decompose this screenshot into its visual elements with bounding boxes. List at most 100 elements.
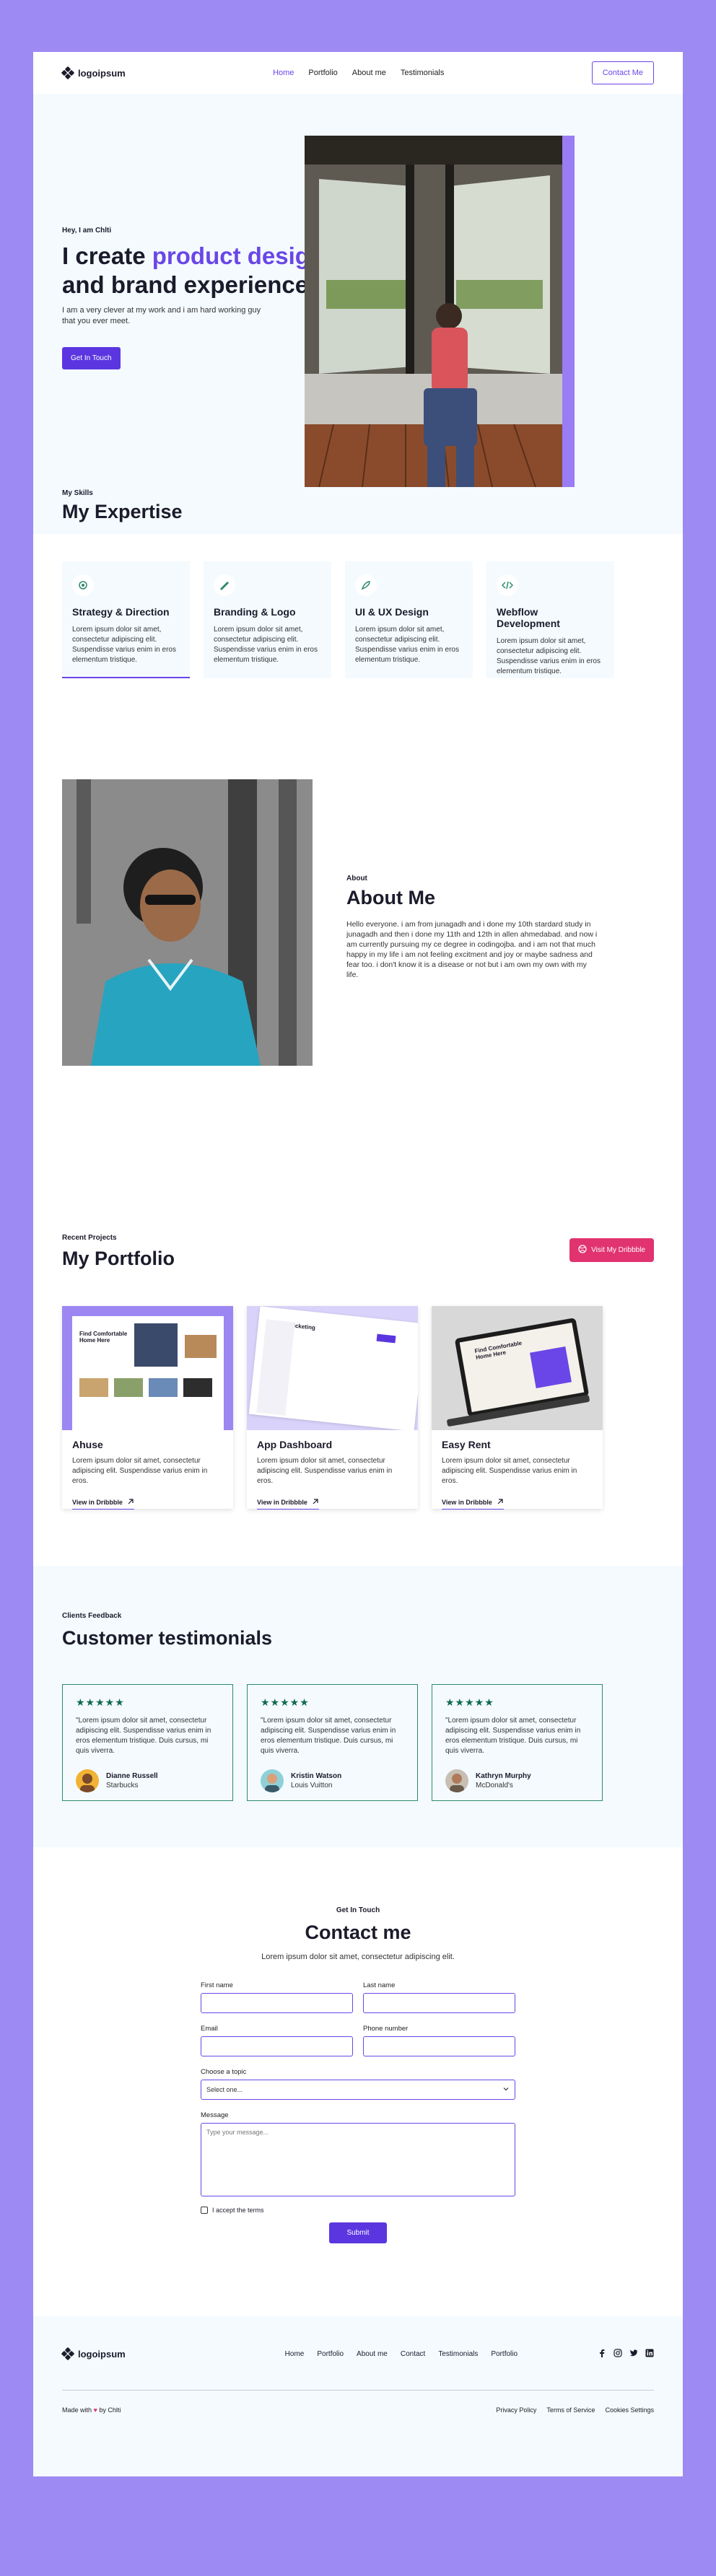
made-with-prefix: Made with: [62, 2406, 92, 2414]
testimonial-card: ★★★★★ "Lorem ipsum dolor sit amet, conse…: [432, 1684, 603, 1801]
footer-link-home[interactable]: Home: [285, 2350, 305, 2358]
page-frame: logoipsum Home Portfolio About me Testim…: [33, 52, 683, 2476]
footer-links: Home Portfolio About me Contact Testimon…: [285, 2350, 518, 2358]
dribbble-icon: [578, 1245, 587, 1256]
portfolio-thumbnail: Find Comfortable Home Here: [432, 1306, 603, 1430]
social-links: [598, 2348, 654, 2360]
about-text: About About Me Hello everyone. i am from…: [346, 875, 599, 980]
nav-links: Home Portfolio About me Testimonials: [273, 69, 444, 77]
portfolio-card[interactable]: Find Comfortable Home Here Ahuse Lorem i…: [62, 1306, 233, 1510]
first-name-field[interactable]: [201, 1993, 353, 2013]
expertise-card[interactable]: Strategy & Direction Lorem ipsum dolor s…: [62, 561, 190, 678]
visit-dribbble-button[interactable]: Visit My Dribbble: [569, 1238, 654, 1262]
arrow-up-right-icon: [312, 1498, 319, 1507]
testimonials-section: Clients Feedback Customer testimonials ★…: [33, 1566, 683, 1847]
testimonial-quote: "Lorem ipsum dolor sit amet, consectetur…: [261, 1717, 396, 1755]
message-textarea[interactable]: Type your message...: [201, 2123, 515, 2196]
contact-label: Get In Touch: [336, 1906, 380, 1914]
footer-link-portfolio[interactable]: Portfolio: [317, 2350, 344, 2358]
testimonial-name: Kathryn Murphy: [476, 1772, 531, 1780]
top-nav: logoipsum Home Portfolio About me Testim…: [33, 52, 683, 94]
twitter-icon[interactable]: [629, 2349, 638, 2360]
visit-dribbble-label: Visit My Dribbble: [591, 1246, 645, 1254]
nav-link-about[interactable]: About me: [352, 69, 386, 77]
testimonial-company: Louis Vuitton: [291, 1782, 333, 1789]
logo[interactable]: logoipsum: [61, 66, 126, 80]
email-field[interactable]: [201, 2036, 353, 2056]
chevron-down-icon: [502, 2085, 510, 2094]
topic-label: Choose a topic: [201, 2068, 247, 2076]
portfolio-label: Recent Projects: [62, 1234, 117, 1242]
get-in-touch-button[interactable]: Get In Touch: [62, 347, 121, 369]
portfolio-thumbnail-caption: Find Comfortable Home Here: [79, 1331, 128, 1344]
topic-select-value: Select one...: [206, 2086, 243, 2093]
portfolio-card-text: Lorem ipsum dolor sit amet, consectetur …: [442, 1457, 577, 1485]
star-rating: ★★★★★: [76, 1696, 125, 1708]
portfolio-card[interactable]: Find Comfortable Home Here Easy Rent Lor…: [432, 1306, 603, 1510]
star-rating: ★★★★★: [261, 1696, 310, 1708]
logo-text: logoipsum: [78, 67, 126, 79]
made-with-text: Made with ♥ by Chlti: [62, 2406, 121, 2414]
submit-button[interactable]: Submit: [329, 2222, 387, 2243]
nav-link-home[interactable]: Home: [273, 69, 294, 77]
testimonial-quote: "Lorem ipsum dolor sit amet, consectetur…: [445, 1717, 581, 1755]
last-name-field[interactable]: [363, 1993, 515, 2013]
logo-icon: [61, 66, 75, 80]
expertise-card-title: Webflow Development: [497, 606, 560, 629]
testimonial-company: Starbucks: [106, 1782, 139, 1789]
nav-link-testimonials[interactable]: Testimonials: [401, 69, 445, 77]
portfolio-title: My Portfolio: [62, 1248, 175, 1269]
last-name-label: Last name: [363, 1981, 396, 1989]
arrow-up-right-icon: [127, 1498, 134, 1507]
strategy-icon: [72, 574, 94, 596]
view-in-dribbble-label: View in Dribbble: [72, 1499, 123, 1506]
testimonial-author: Dianne Russell Starbucks: [76, 1769, 219, 1792]
testimonial-cards: ★★★★★ "Lorem ipsum dolor sit amet, conse…: [62, 1684, 654, 1801]
avatar: [445, 1769, 468, 1792]
code-icon: [497, 574, 518, 596]
avatar: [261, 1769, 284, 1792]
footer-link-about[interactable]: About me: [357, 2350, 388, 2358]
expertise-card-title: UI & UX Design: [355, 606, 429, 618]
view-in-dribbble-link[interactable]: View in Dribbble: [72, 1498, 134, 1510]
expertise-card-title: Branding & Logo: [214, 606, 296, 618]
footer-link-portfolio-2[interactable]: Portfolio: [491, 2350, 518, 2358]
expertise-card[interactable]: Branding & Logo Lorem ipsum dolor sit am…: [204, 561, 331, 678]
facebook-icon[interactable]: [598, 2349, 606, 2360]
linkedin-icon[interactable]: [645, 2349, 654, 2360]
portfolio-card-text: Lorem ipsum dolor sit amet, consectetur …: [72, 1457, 208, 1485]
expertise-card[interactable]: Webflow Development Lorem ipsum dolor si…: [486, 561, 614, 678]
legal-links: Privacy Policy Terms of Service Cookies …: [496, 2406, 654, 2414]
logo-text: logoipsum: [78, 2348, 126, 2360]
view-in-dribbble-link[interactable]: View in Dribbble: [442, 1498, 504, 1510]
privacy-policy-link[interactable]: Privacy Policy: [496, 2406, 536, 2414]
contact-me-button[interactable]: Contact Me: [591, 61, 654, 84]
contact-subtitle: Lorem ipsum dolor sit amet, consectetur …: [261, 1953, 455, 1961]
instagram-icon[interactable]: [614, 2348, 622, 2360]
phone-field[interactable]: [363, 2036, 515, 2056]
footer-link-contact[interactable]: Contact: [401, 2350, 425, 2358]
terms-of-service-link[interactable]: Terms of Service: [546, 2406, 595, 2414]
testimonial-author: Kristin Watson Louis Vuitton: [261, 1769, 404, 1792]
contact-section: Get In Touch Contact me Lorem ipsum dolo…: [33, 1847, 683, 2316]
hero-text: Hey, I am Chlti I create product design …: [62, 227, 336, 369]
cookies-settings-link[interactable]: Cookies Settings: [605, 2406, 654, 2414]
about-section: About About Me Hello everyone. i am from…: [33, 779, 683, 1234]
portfolio-thumbnail: Find Comfortable Home Here: [62, 1306, 233, 1430]
topic-select[interactable]: Select one...: [201, 2080, 515, 2100]
portfolio-cards: Find Comfortable Home Here Ahuse Lorem i…: [62, 1306, 654, 1510]
terms-checkbox[interactable]: [201, 2207, 208, 2214]
hero-title-start: I create: [62, 242, 152, 269]
phone-label: Phone number: [363, 2025, 409, 2033]
view-in-dribbble-link[interactable]: View in Dribbble: [257, 1498, 319, 1510]
expertise-card[interactable]: UI & UX Design Lorem ipsum dolor sit ame…: [345, 561, 473, 678]
footer-link-testimonials[interactable]: Testimonials: [438, 2350, 478, 2358]
message-label: Message: [201, 2111, 229, 2119]
portfolio-card[interactable]: Ticketing App Dashboard Lorem ipsum dolo…: [247, 1306, 418, 1510]
contact-form: First name Last name Email Phone number: [201, 1981, 515, 2243]
nav-link-portfolio[interactable]: Portfolio: [308, 69, 337, 77]
testimonial-card: ★★★★★ "Lorem ipsum dolor sit amet, conse…: [247, 1684, 418, 1801]
footer-logo[interactable]: logoipsum: [61, 2347, 126, 2361]
skills-label: My Skills: [62, 489, 93, 497]
first-name-label: First name: [201, 1981, 233, 1989]
